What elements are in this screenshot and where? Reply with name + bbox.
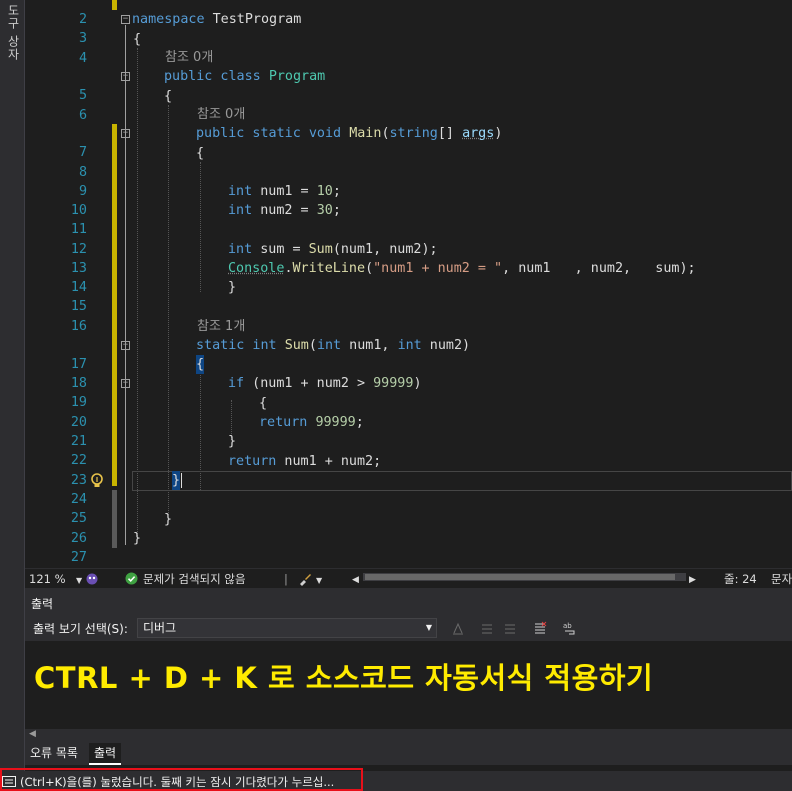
issues-status[interactable]: 문제가 검색되지 않음: [143, 571, 246, 587]
code-text: int sum = Sum(num1, num2);: [228, 242, 438, 257]
copilot-icon[interactable]: [85, 572, 99, 586]
code-line[interactable]: 17 static int Sum(int num1, int num2): [25, 336, 792, 372]
code-text: public class Program: [164, 69, 326, 84]
check-icon: [125, 572, 138, 585]
code-text: {: [133, 32, 142, 47]
output-source-value: 디버그: [143, 621, 177, 635]
output-tab-strip: 오류 목록 출력: [25, 743, 792, 765]
code-text: {: [196, 355, 205, 374]
toolbox-sidebar[interactable]: 도구 상자: [0, 0, 25, 771]
code-text: {: [164, 89, 173, 104]
scroll-left-icon[interactable]: ◀: [352, 572, 359, 588]
prev-message-icon[interactable]: [480, 621, 494, 635]
find-message-icon[interactable]: [451, 621, 465, 635]
show-output-from-label: 출력 보기 선택(S):: [33, 622, 128, 636]
code-text: int num1 = 10;: [228, 184, 341, 199]
references-codelens[interactable]: 참조 0개: [197, 105, 245, 124]
code-text: }: [164, 512, 173, 527]
code-line[interactable]: 2: [25, 0, 792, 27]
code-line[interactable]: 19 if (num1 + num2 > 99999): [25, 374, 792, 410]
code-line[interactable]: 5 public class Program: [25, 67, 792, 103]
code-line[interactable]: 8 {: [25, 144, 792, 180]
code-line[interactable]: 16: [25, 298, 792, 334]
code-text: {: [259, 396, 268, 411]
char-indicator[interactable]: 문자: [771, 571, 792, 587]
code-text: static int Sum(int num1, int num2): [196, 338, 471, 353]
code-line[interactable]: 9: [25, 163, 792, 199]
references-codelens[interactable]: 참조 0개: [165, 48, 213, 67]
code-text: if (num1 + num2 > 99999): [228, 376, 422, 391]
code-line[interactable]: 4 {: [25, 30, 792, 66]
output-panel-title: 출력: [25, 593, 792, 615]
code-text: }: [228, 434, 237, 449]
code-line[interactable]: 10 int num1 = 10;: [25, 182, 792, 218]
code-text: }: [172, 471, 181, 490]
output-panel: 출력 출력 보기 선택(S): 디버그 ▼ ab CTRL + D + K 로 …: [25, 593, 792, 771]
code-text: int num2 = 30;: [228, 203, 341, 218]
code-line[interactable]: 22 }: [25, 432, 792, 468]
code-line[interactable]: 14 Console.WriteLine("num1 + num2 = ", n…: [25, 259, 792, 295]
code-line[interactable]: 18 {: [25, 355, 792, 391]
code-line[interactable]: 26 }: [25, 510, 792, 546]
code-line[interactable]: 28: [25, 549, 792, 568]
code-line[interactable]: 15 }: [25, 278, 792, 314]
code-line[interactable]: 7 public static void Main(string[] args): [25, 124, 792, 160]
word-wrap-icon[interactable]: ab: [563, 621, 577, 635]
code-editor[interactable]: − − − − − 2 3 namespace TestProgram 4 { …: [25, 0, 792, 568]
tutorial-caption: CTRL + D + K 로 소스코드 자동서식 적용하기: [34, 661, 654, 695]
code-line[interactable]: 3 namespace TestProgram: [25, 10, 792, 46]
svg-text:ab: ab: [563, 622, 572, 630]
references-codelens[interactable]: 참조 1개: [197, 317, 245, 336]
next-message-icon[interactable]: [503, 621, 517, 635]
code-line[interactable]: 20 {: [25, 394, 792, 430]
code-line[interactable]: 11 int num2 = 30;: [25, 201, 792, 237]
text-caret: [181, 473, 182, 488]
code-text: return 99999;: [259, 415, 364, 430]
clear-all-icon[interactable]: [533, 621, 547, 635]
code-line[interactable]: 27 }: [25, 529, 792, 565]
code-text: }: [133, 531, 142, 546]
code-text: public static void Main(string[] args): [196, 126, 503, 141]
code-line[interactable]: 21 return 99999;: [25, 413, 792, 449]
scroll-right-icon[interactable]: ▶: [689, 572, 696, 588]
tab-output[interactable]: 출력: [89, 743, 122, 765]
brush-dropdown-icon[interactable]: ▼: [316, 573, 322, 589]
line-indicator[interactable]: 줄: 24: [724, 571, 757, 587]
zoom-dropdown-icon[interactable]: ▼: [76, 573, 82, 589]
tab-error-list[interactable]: 오류 목록: [25, 743, 83, 765]
code-text: namespace TestProgram: [132, 12, 302, 27]
chevron-down-icon: ▼: [425, 623, 432, 632]
separator: |: [284, 572, 288, 586]
line-number: 4: [78, 51, 87, 66]
code-line[interactable]: 24 }: [25, 471, 792, 507]
zoom-level[interactable]: 121 %: [29, 571, 66, 587]
scroll-left-icon[interactable]: ◀: [29, 729, 36, 739]
code-line[interactable]: 23 return num1 + num2;: [25, 452, 792, 488]
output-source-select[interactable]: 디버그 ▼: [137, 618, 437, 638]
code-line[interactable]: 25: [25, 490, 792, 526]
line-number: 6: [78, 108, 87, 123]
brush-icon[interactable]: [298, 572, 312, 586]
highlight-box: [0, 768, 363, 791]
output-toolbar: 출력 보기 선택(S): 디버그 ▼ ab: [25, 615, 792, 641]
code-text: {: [196, 146, 205, 161]
code-text: }: [228, 280, 237, 295]
code-line[interactable]: 13 int sum = Sum(num1, num2);: [25, 240, 792, 276]
output-horizontal-scrollbar[interactable]: ◀: [25, 729, 792, 743]
toolbox-label[interactable]: 도구 상자: [2, 4, 22, 61]
code-text: return num1 + num2;: [228, 454, 382, 469]
code-line[interactable]: 6 {: [25, 87, 792, 123]
code-text: Console.WriteLine("num1 + num2 = ", num1…: [228, 261, 696, 276]
code-line[interactable]: 12: [25, 221, 792, 257]
scrollbar-thumb[interactable]: [365, 574, 675, 580]
line-number: 16: [70, 319, 87, 334]
